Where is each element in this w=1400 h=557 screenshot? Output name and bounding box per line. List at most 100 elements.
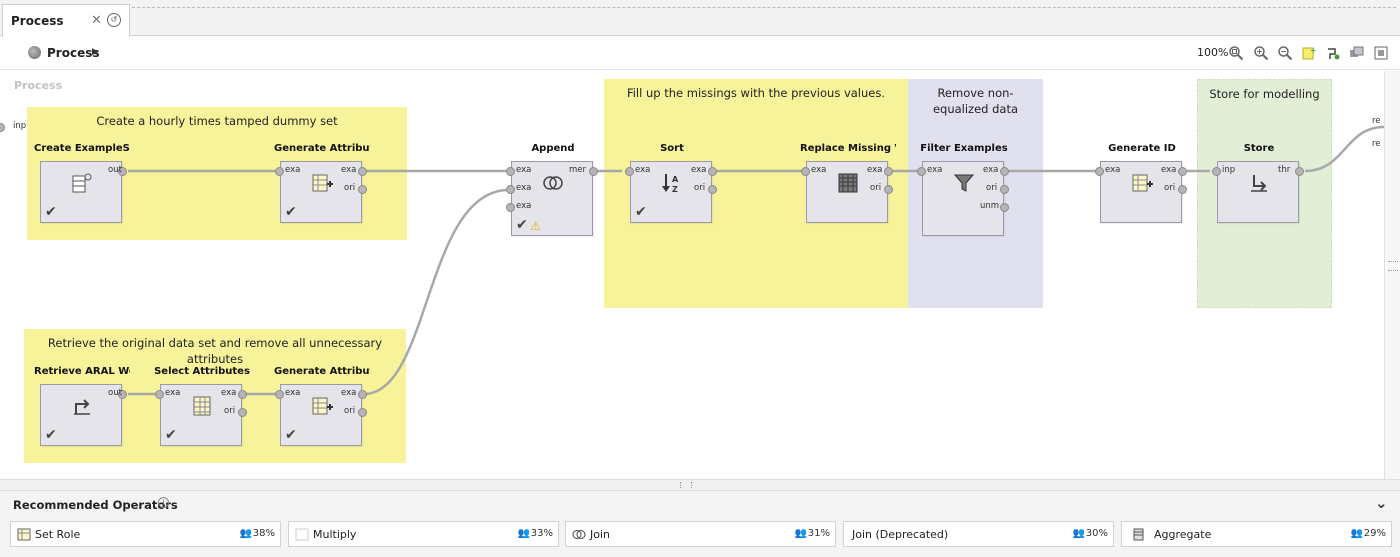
process-canvas[interactable]: Process inp re re Create a hourly times …	[0, 71, 1384, 479]
operator-title: Filter Examples	[920, 143, 1008, 154]
input-port[interactable]	[275, 390, 284, 399]
breadcrumb-caret-icon[interactable]: ▶	[92, 47, 99, 57]
recommended-operator[interactable]: Set Role 👥 38%	[10, 521, 281, 547]
scroll-grip[interactable]	[680, 482, 692, 488]
operator-store[interactable]: Store inp thr	[1212, 143, 1304, 223]
connection-line	[363, 188, 508, 396]
check-icon: ✔	[165, 427, 177, 443]
warning-icon[interactable]: ⚠	[530, 219, 541, 233]
check-icon: ✔	[285, 204, 297, 220]
tab-strip: Process ✕ ↺	[0, 0, 1400, 37]
recommended-operator[interactable]: Join 👥 31%	[565, 521, 836, 547]
svg-text:Z: Z	[672, 185, 678, 194]
zoom-reset-icon[interactable]	[1228, 45, 1244, 61]
input-port[interactable]	[801, 167, 810, 176]
operator-select-attributes[interactable]: Select Attributes ✔ exa exa ori	[154, 366, 250, 446]
replace-missing-icon	[838, 173, 858, 193]
output-port[interactable]	[358, 390, 367, 399]
output-port[interactable]	[1000, 203, 1009, 212]
chevron-down-icon[interactable]: ⌄	[1375, 494, 1388, 512]
check-icon: ✔	[45, 427, 57, 443]
horizontal-scrollbar[interactable]	[0, 479, 1400, 491]
operator-title: Sort	[660, 143, 684, 154]
fit-view-icon[interactable]	[1373, 45, 1389, 61]
output-port[interactable]	[1178, 185, 1187, 194]
operator-generate-attributes-2[interactable]: Generate Attributes... ✔ exa exa ori	[274, 366, 370, 446]
close-icon[interactable]: ✕	[91, 13, 102, 28]
check-icon: ✔	[516, 217, 528, 233]
output-port[interactable]	[884, 185, 893, 194]
input-port[interactable]	[1212, 167, 1221, 176]
operator-append[interactable]: Append ✔ ⚠ exa exa exa mer	[506, 143, 598, 236]
retrieve-icon	[74, 399, 90, 415]
port-label: inp	[1222, 165, 1236, 175]
output-port[interactable]	[358, 185, 367, 194]
port-label: unm	[980, 201, 1000, 211]
tab-label: Process	[11, 14, 64, 28]
append-icon	[543, 176, 563, 190]
zoom-in-icon[interactable]	[1253, 45, 1269, 61]
output-port[interactable]	[238, 390, 247, 399]
recommended-operator-name: Set Role	[35, 528, 81, 541]
restore-icon[interactable]: ↺	[107, 13, 121, 27]
recommended-operator[interactable]: Join (Deprecated) 👥 30%	[843, 521, 1114, 547]
input-port[interactable]	[625, 167, 634, 176]
auto-wire-icon[interactable]	[1325, 45, 1341, 61]
input-port[interactable]	[506, 185, 515, 194]
port-label: exa	[165, 388, 181, 398]
check-icon: ✔	[285, 427, 297, 443]
output-port[interactable]	[1295, 167, 1304, 176]
output-port[interactable]	[708, 167, 717, 176]
recommended-operator[interactable]: Aggregate 👥 29%	[1121, 521, 1392, 547]
operator-generate-attributes[interactable]: Generate Attributes ✔ exa exa ori	[274, 143, 370, 223]
table-gear-icon	[72, 173, 92, 193]
users-icon: 👥	[239, 528, 252, 539]
operator-title: Generate Attributes...	[274, 366, 370, 377]
output-port[interactable]	[589, 167, 598, 176]
add-note-icon[interactable]: +	[1301, 45, 1317, 61]
check-icon: ✔	[635, 204, 647, 220]
input-port[interactable]	[917, 167, 926, 176]
arrange-operators-icon[interactable]	[1349, 45, 1365, 61]
svg-text:A: A	[672, 175, 679, 184]
operator-sort[interactable]: Sort AZ ✔ exa exa ori	[625, 143, 717, 223]
operator-replace-missing-values[interactable]: Replace Missing Val... exa exa ori	[800, 143, 896, 223]
recommended-operator[interactable]: Multiply 👥 33%	[288, 521, 559, 547]
zoom-level: 100%	[1197, 46, 1229, 59]
input-port[interactable]	[155, 390, 164, 399]
operator-generate-id[interactable]: Generate ID exa exa ori	[1095, 143, 1187, 223]
port-label: exa	[516, 165, 532, 175]
set-role-icon	[17, 528, 31, 541]
port-label: ori	[224, 406, 236, 416]
tab-process[interactable]: Process ✕ ↺	[2, 4, 130, 37]
output-port[interactable]	[238, 408, 247, 417]
recommended-operator-name: Join	[590, 528, 611, 541]
operator-create-exampleset[interactable]: Create ExampleSet ✔ out	[34, 143, 130, 223]
operator-title: Retrieve ARAL West...	[34, 366, 130, 377]
output-port[interactable]	[708, 185, 717, 194]
vertical-scrollbar[interactable]	[1384, 71, 1400, 479]
zoom-out-icon[interactable]	[1277, 45, 1293, 61]
output-port[interactable]	[358, 408, 367, 417]
users-icon: 👥	[1350, 528, 1363, 539]
port-label: exa	[691, 165, 707, 175]
input-port[interactable]	[275, 167, 284, 176]
output-port[interactable]	[1000, 185, 1009, 194]
input-port[interactable]	[506, 167, 515, 176]
recommended-operator-name: Multiply	[313, 528, 357, 541]
operator-retrieve-aral[interactable]: Retrieve ARAL West... ✔ out	[34, 366, 130, 446]
port-label: out	[108, 388, 122, 398]
output-port[interactable]	[884, 167, 893, 176]
input-port[interactable]	[506, 203, 515, 212]
output-port[interactable]	[358, 167, 367, 176]
recommended-operator-name: Join (Deprecated)	[852, 528, 949, 541]
port-label: ori	[1164, 183, 1176, 193]
port-label: exa	[516, 201, 532, 211]
users-icon: 👥	[1072, 528, 1085, 539]
scroll-grip[interactable]	[1388, 261, 1398, 271]
operator-filter-examples[interactable]: Filter Examples exa exa ori unm	[917, 143, 1009, 236]
input-port[interactable]	[1095, 167, 1104, 176]
info-icon[interactable]: i	[158, 497, 169, 508]
output-port[interactable]	[1000, 167, 1009, 176]
output-port[interactable]	[1178, 167, 1187, 176]
